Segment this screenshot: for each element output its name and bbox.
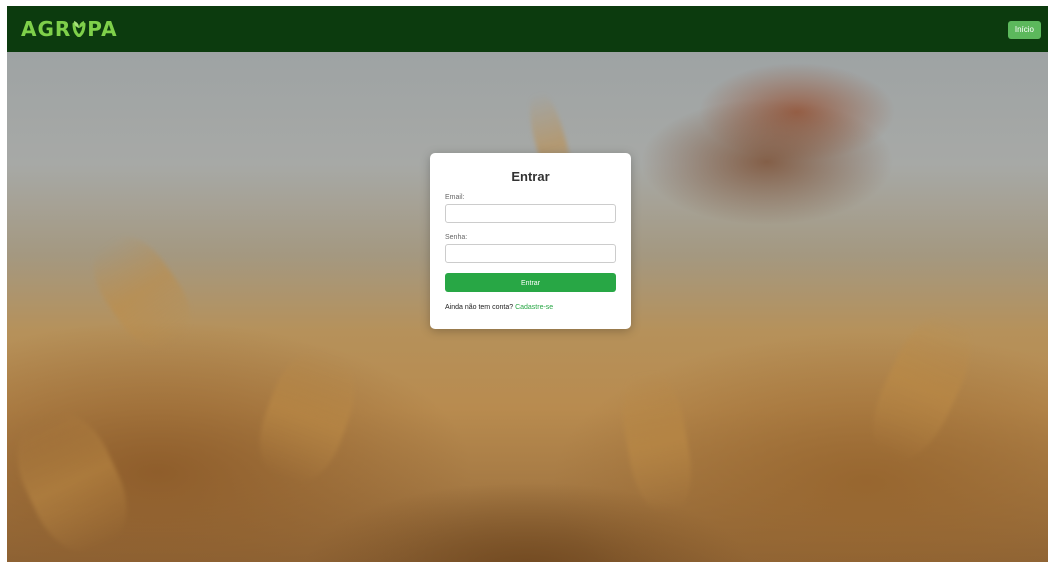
- decorative-wheat: [247, 342, 367, 492]
- decorative-wheat: [615, 367, 699, 517]
- email-label: Email:: [445, 194, 465, 201]
- login-card: Entrar Email: Senha: Entrar Ainda não te…: [430, 153, 631, 329]
- browser-frame: AGR PA Início Entrar Email: Senha: Entra…: [0, 0, 1048, 562]
- login-title: Entrar: [511, 169, 550, 184]
- decorative-wheat: [78, 222, 206, 362]
- logo-text-right: PA: [87, 17, 118, 41]
- brand-logo[interactable]: AGR PA: [21, 18, 118, 40]
- signup-prompt-line: Ainda não tem conta? Cadastre-se: [445, 303, 616, 312]
- decorative-wheat: [858, 304, 986, 470]
- signup-link[interactable]: Cadastre-se: [515, 304, 553, 311]
- leaf-icon: [72, 21, 86, 37]
- decorative-wheat: [7, 399, 143, 562]
- home-button[interactable]: Início: [1007, 21, 1041, 39]
- navbar: AGR PA Início: [7, 6, 1048, 52]
- password-field[interactable]: [445, 244, 616, 263]
- logo-text-left: AGR: [21, 17, 72, 41]
- signup-prompt: Ainda não tem conta?: [445, 304, 514, 311]
- email-field[interactable]: [445, 204, 616, 223]
- password-label: Senha:: [445, 234, 468, 241]
- login-submit-button[interactable]: Entrar: [445, 273, 616, 292]
